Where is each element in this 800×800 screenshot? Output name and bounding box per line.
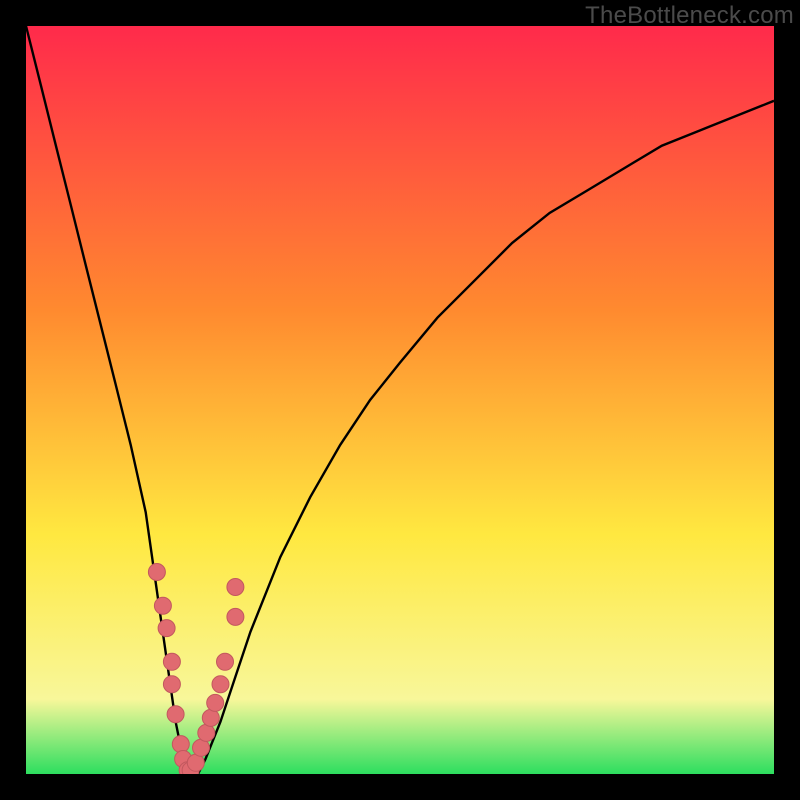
data-marker: [202, 709, 219, 726]
data-marker: [163, 676, 180, 693]
data-marker: [154, 597, 171, 614]
data-marker: [163, 653, 180, 670]
chart-svg: [26, 26, 774, 774]
data-marker: [167, 706, 184, 723]
data-marker: [207, 694, 224, 711]
data-marker: [172, 736, 189, 753]
chart-frame: TheBottleneck.com: [0, 0, 800, 800]
data-marker: [158, 620, 175, 637]
data-marker: [212, 676, 229, 693]
data-marker: [148, 564, 165, 581]
gradient-background: [26, 26, 774, 774]
data-marker: [198, 724, 215, 741]
plot-area: [26, 26, 774, 774]
data-marker: [227, 608, 244, 625]
watermark-text: TheBottleneck.com: [585, 2, 794, 30]
data-marker: [217, 653, 234, 670]
data-marker: [227, 579, 244, 596]
data-marker: [187, 754, 204, 771]
